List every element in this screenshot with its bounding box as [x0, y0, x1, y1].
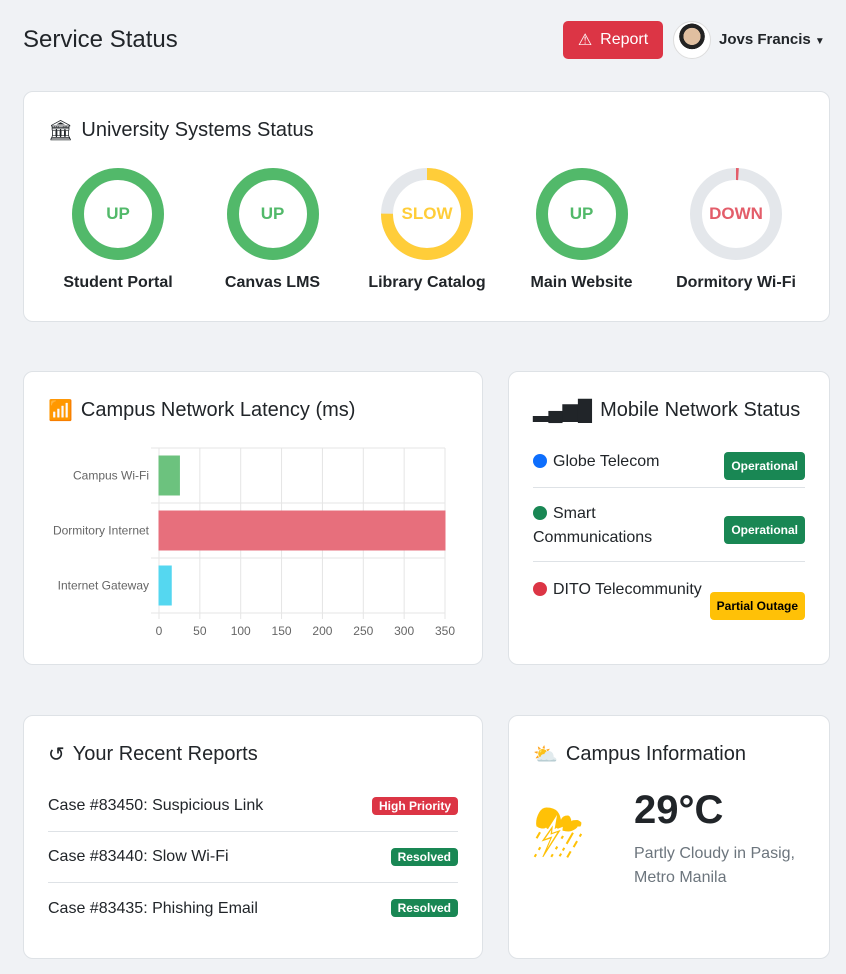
mobile-card: ▂▄▆█ Mobile Network Status Globe Telecom O…	[508, 371, 830, 665]
page-title: Service Status	[23, 26, 178, 53]
system-status-2: SLOW Library Catalog	[368, 164, 486, 292]
report-button[interactable]: ⚠ Report	[563, 21, 663, 59]
status-badge: Resolved	[390, 899, 458, 917]
status-dot-icon	[533, 454, 547, 468]
y-tick-label: Dormitory Internet	[53, 524, 150, 538]
mobile-network-item: Globe Telecom Operational	[533, 450, 805, 488]
status-dot-icon	[533, 582, 547, 596]
status-badge: Resolved	[390, 848, 458, 866]
status-badge: Operational	[724, 452, 805, 480]
systems-card: 🏛 University Systems Status UP Student Por…	[23, 91, 830, 322]
mobile-network-item: Smart Communications Operational	[533, 502, 805, 562]
status-text: SLOW	[401, 204, 453, 223]
weather-description: Partly Cloudy in Pasig, Metro Manila	[634, 845, 795, 886]
mobile-network-item: DITO Telecommunity Partial Outage	[533, 578, 805, 640]
y-tick-label: Campus Wi-Fi	[73, 469, 149, 483]
wifi-icon: 📶	[48, 400, 73, 422]
x-tick-label: 200	[312, 624, 332, 638]
x-tick-label: 250	[353, 624, 373, 638]
status-badge: Operational	[724, 516, 805, 544]
history-icon: ↺	[48, 744, 65, 766]
university-icon: 🏛	[48, 120, 74, 142]
warning-icon: ⚠	[577, 32, 593, 49]
sun-cloud-icon: ⛅	[533, 744, 558, 766]
x-tick-label: 150	[272, 624, 292, 638]
status-dot-icon	[533, 506, 547, 520]
reports-card: ↺ Your Recent Reports Case #83450: Suspic…	[23, 715, 483, 959]
system-name: Canvas LMS	[224, 274, 321, 291]
status-text: UP	[569, 204, 594, 223]
report-item[interactable]: Case #83450: Suspicious Link High Priorit…	[48, 781, 458, 832]
bar-internet-gateway	[158, 565, 172, 606]
weather-icon: ⛈	[533, 797, 585, 869]
status-text: DOWN	[709, 204, 763, 223]
system-name: Dormitory Wi-Fi	[676, 274, 796, 291]
report-item[interactable]: Case #83440: Slow Wi-Fi Resolved	[48, 832, 458, 883]
user-menu[interactable]: Jovs Francis ▼	[719, 31, 825, 48]
x-tick-label: 350	[435, 624, 455, 638]
bar-dormitory-internet	[158, 510, 446, 551]
latency-card: 📶 Campus Network Latency (ms) 0 50 100 150 20…	[23, 371, 483, 665]
status-text: UP	[260, 204, 285, 223]
system-name: Student Portal	[63, 274, 173, 291]
status-text: UP	[106, 204, 130, 223]
system-name: Main Website	[530, 274, 633, 291]
x-tick-label: 100	[231, 624, 251, 638]
avatar[interactable]	[673, 21, 711, 59]
system-status-4: DOWN Dormitory Wi-Fi	[676, 164, 796, 292]
bar-campus-wi-fi	[158, 455, 180, 496]
system-status-3: UP Main Website	[531, 164, 632, 292]
status-badge: High Priority	[371, 797, 458, 815]
system-name: Library Catalog	[368, 274, 486, 291]
temperature: 29°C	[634, 788, 724, 832]
signal-icon: ▂▄▆█	[533, 400, 593, 422]
system-status-1: UP Canvas LMS	[223, 164, 323, 292]
y-tick-label: Internet Gateway	[58, 579, 149, 593]
x-tick-label: 50	[193, 624, 207, 638]
caret-down-icon: ▼	[814, 36, 825, 47]
status-badge: Partial Outage	[709, 592, 805, 620]
report-item[interactable]: Case #83435: Phishing Email Resolved	[48, 883, 458, 934]
x-tick-label: 0	[156, 624, 163, 638]
latency-chart: 0 50 100 150 200 250 300 350 Campus Wi-Fi Dormito…	[53, 447, 455, 638]
system-status-0: UP Student Portal	[63, 164, 173, 292]
x-tick-label: 300	[394, 624, 414, 638]
campus-card: ⛅ Campus Information ⛈ 29°C Partly Cloudy…	[508, 715, 830, 959]
